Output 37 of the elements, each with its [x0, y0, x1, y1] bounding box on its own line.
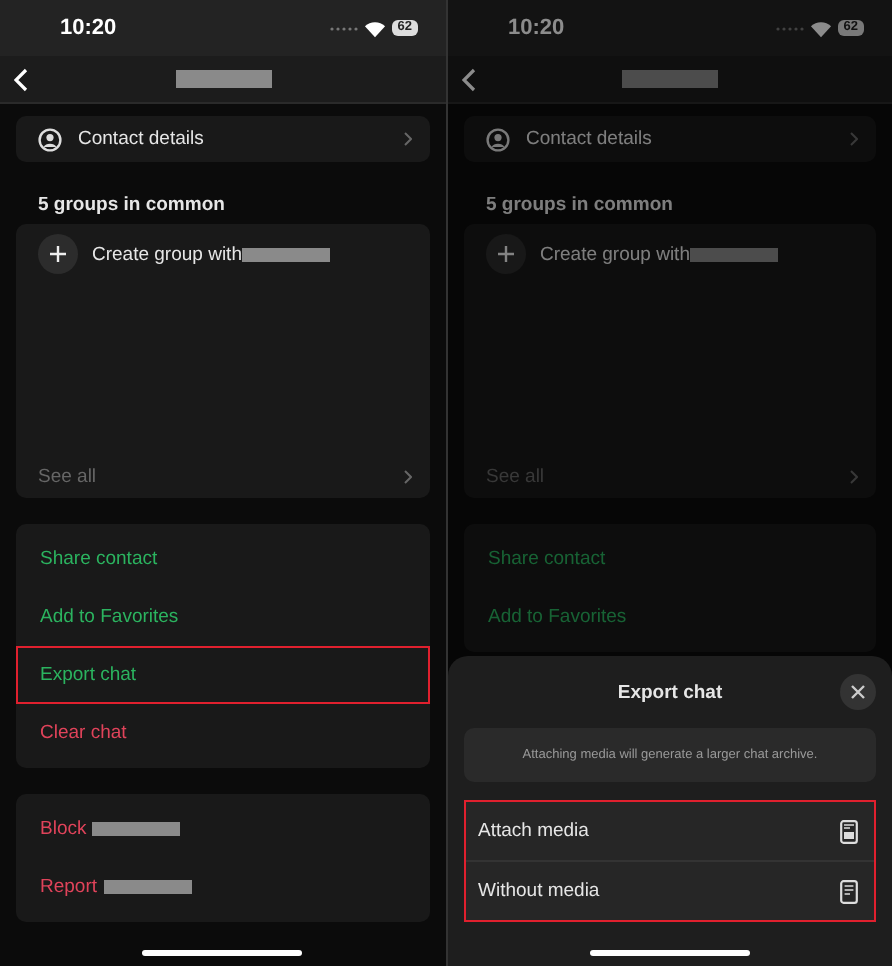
action-item[interactable]: Export chat	[16, 646, 430, 704]
section-heading: 5 groups in common	[486, 194, 675, 216]
status-time: 10:20	[60, 16, 117, 40]
chevron-right-icon	[404, 132, 412, 146]
action-item[interactable]: Share contact	[464, 530, 876, 588]
chevron-right-icon	[850, 132, 858, 146]
wifi-icon	[809, 19, 832, 37]
signal-icon	[329, 25, 358, 31]
plus-icon	[38, 234, 78, 274]
danger-item[interactable]: Block	[16, 800, 430, 858]
photo-document-icon	[840, 819, 858, 843]
wifi-icon	[363, 19, 386, 37]
signal-icon	[775, 25, 804, 31]
section-heading: 5 groups in common	[38, 194, 227, 216]
option-item[interactable]: Attach media	[466, 802, 874, 860]
person-circle-icon	[486, 127, 510, 151]
option-item[interactable]: Without media	[466, 860, 874, 920]
contact-details-row[interactable]: Contact details	[464, 116, 876, 162]
plus-icon	[486, 234, 526, 274]
see-all-link[interactable]: See all	[16, 466, 430, 498]
create-group-row[interactable]: Create group with	[464, 224, 876, 284]
person-circle-icon	[38, 127, 62, 151]
chevron-right-icon	[850, 470, 858, 484]
contact-details-row[interactable]: Contact details	[16, 116, 430, 162]
document-icon	[840, 879, 858, 903]
danger-item[interactable]: Report	[16, 858, 430, 916]
action-item[interactable]: Add to Favorites	[464, 588, 876, 646]
sheet-title: Export chat	[617, 681, 723, 703]
status-time: 10:20	[508, 16, 565, 40]
action-item[interactable]: Clear chat	[16, 704, 430, 762]
action-item[interactable]: Add to Favorites	[16, 588, 430, 646]
create-group-row[interactable]: Create group with	[16, 224, 430, 284]
close-icon[interactable]	[840, 674, 876, 710]
back-icon[interactable]	[462, 68, 476, 92]
action-item[interactable]: Share contact	[16, 530, 430, 588]
back-icon[interactable]	[14, 68, 28, 92]
chevron-right-icon	[404, 470, 412, 484]
